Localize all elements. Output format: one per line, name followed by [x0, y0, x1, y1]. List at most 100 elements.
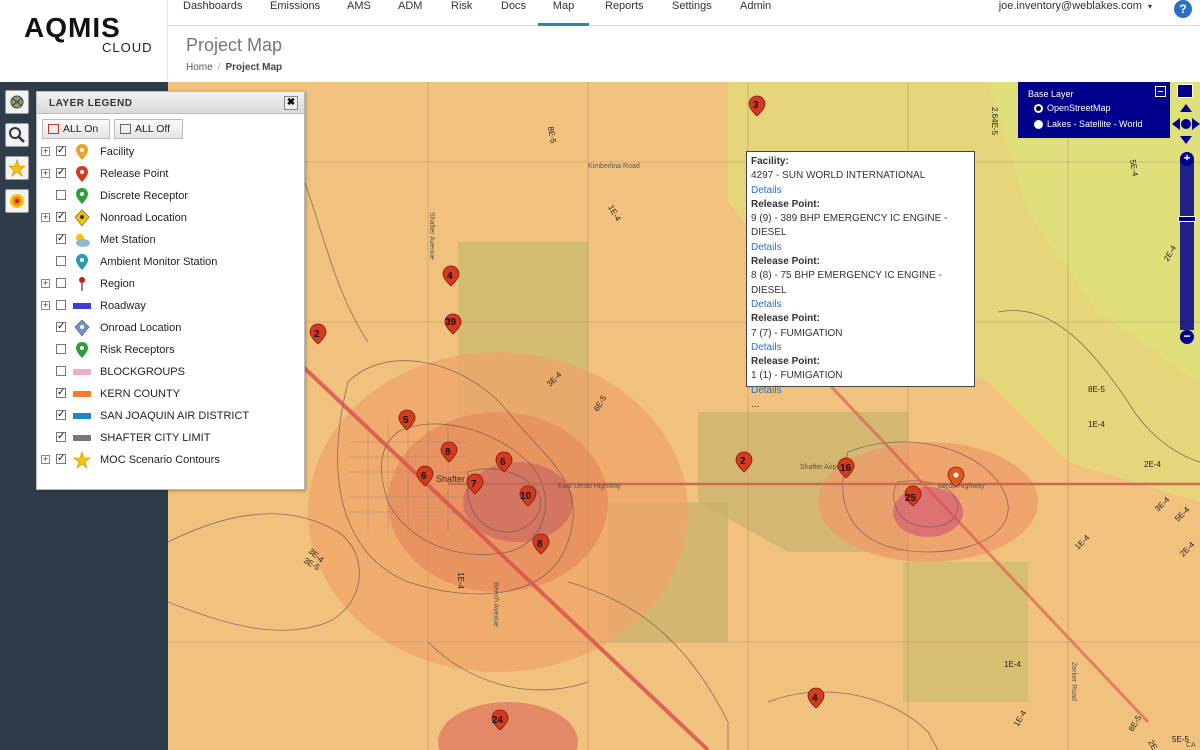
legend-checkbox[interactable] [56, 344, 66, 354]
nav-adm[interactable]: ADM [398, 0, 422, 26]
details-link[interactable]: Details [751, 184, 970, 198]
legend-item-label: Met Station [100, 234, 156, 246]
legend-item-label: Region [100, 278, 135, 290]
nav-map[interactable]: Map [538, 0, 589, 26]
legend-item-label: KERN COUNTY [100, 388, 181, 400]
popup-release-value: 1 (1) - FUMIGATION [751, 370, 843, 382]
nonroad-diamond-icon [73, 209, 91, 227]
page-title: Project Map [186, 35, 283, 55]
legend-checkbox[interactable] [56, 300, 66, 310]
nav-admin[interactable]: Admin [740, 0, 771, 26]
expand-icon[interactable]: + [41, 147, 50, 156]
all-on-button[interactable]: ALL On [42, 119, 110, 139]
legend-checkbox[interactable]: ✓ [56, 432, 66, 442]
legend-checkbox[interactable] [56, 278, 66, 288]
legend-item-label: Roadway [100, 300, 146, 312]
close-icon[interactable]: ✖ [284, 96, 298, 110]
svg-text:8E-5: 8E-5 [1088, 385, 1105, 394]
layers-icon[interactable] [5, 90, 29, 114]
layer-switcher-icon[interactable] [1177, 84, 1193, 98]
road-label: Shafter Avenue [428, 212, 435, 260]
expand-icon[interactable]: + [41, 169, 50, 178]
legend-item[interactable]: ✓ Met Station [37, 229, 306, 251]
help-icon[interactable]: ? [1174, 0, 1192, 18]
concentration-peak [893, 487, 963, 537]
details-link[interactable]: Details [751, 298, 970, 312]
svg-text:25: 25 [905, 493, 917, 504]
breadcrumb-separator: / [217, 62, 221, 73]
expand-icon[interactable]: + [41, 301, 50, 310]
legend-item-label: Facility [100, 146, 135, 158]
legend-checkbox[interactable] [56, 256, 66, 266]
legend-checkbox[interactable]: ✓ [56, 168, 66, 178]
legend-item[interactable]: ✓ KERN COUNTY [37, 383, 306, 405]
base-layer-option-label: Lakes - Satellite - World [1047, 119, 1143, 129]
all-off-button[interactable]: ALL Off [114, 119, 183, 139]
legend-item[interactable]: + Roadway [37, 295, 306, 317]
user-email: joe.inventory@weblakes.com [998, 0, 1142, 12]
legend-item[interactable]: + ✓ Release Point [37, 163, 306, 185]
nav-dashboards[interactable]: Dashboards [183, 0, 242, 26]
legend-checkbox[interactable]: ✓ [56, 212, 66, 222]
svg-text:7: 7 [471, 479, 477, 490]
legend-checkbox[interactable] [56, 190, 66, 200]
nav-emissions[interactable]: Emissions [270, 0, 320, 26]
legend-checkbox[interactable]: ✓ [56, 454, 66, 464]
legend-item[interactable]: Discrete Receptor [37, 185, 306, 207]
nav-ams[interactable]: AMS [347, 0, 371, 26]
radio-selected[interactable] [1034, 104, 1043, 113]
svg-text:2.64E-5: 2.64E-5 [990, 107, 999, 136]
svg-text:10: 10 [520, 491, 532, 502]
legend-item[interactable]: Ambient Monitor Station [37, 251, 306, 273]
details-link[interactable]: Details [751, 341, 970, 355]
svg-text:1E-4: 1E-4 [456, 572, 465, 589]
zoom-slider-track[interactable] [1180, 160, 1194, 330]
legend-checkbox[interactable]: ✓ [56, 146, 66, 156]
logo[interactable]: AQMIS CLOUD [0, 0, 168, 82]
blockgroups-line-icon [73, 363, 91, 381]
nav-risk[interactable]: Risk [451, 0, 472, 26]
region-pushpin-icon [73, 275, 91, 293]
legend-item-label: Discrete Receptor [100, 190, 189, 202]
map-svg: Kimberlina Road East Lerdo Highway Lerdo… [168, 82, 1200, 750]
popup-release-value: 7 (7) - FUMIGATION [751, 327, 843, 339]
minimize-icon[interactable] [1155, 86, 1166, 97]
discrete-receptor-pin-icon [73, 187, 91, 205]
zoom-slider-handle[interactable] [1178, 216, 1196, 222]
user-menu[interactable]: joe.inventory@weblakes.com ▾ [999, 0, 1152, 12]
zoom-out-button[interactable]: − [1180, 330, 1194, 344]
legend-item[interactable]: ✓ SAN JOAQUIN AIR DISTRICT [37, 405, 306, 427]
legend-item[interactable]: + ✓ Facility [37, 141, 306, 163]
contour-star-icon[interactable] [5, 156, 29, 180]
legend-checkbox[interactable]: ✓ [56, 388, 66, 398]
nav-settings[interactable]: Settings [672, 0, 712, 26]
legend-checkbox[interactable]: ✓ [56, 322, 66, 332]
expand-icon[interactable]: + [41, 213, 50, 222]
expand-icon[interactable]: + [41, 279, 50, 288]
legend-item[interactable]: + Region [37, 273, 306, 295]
legend-item[interactable]: Risk Receptors [37, 339, 306, 361]
legend-item[interactable]: + ✓ Nonroad Location [37, 207, 306, 229]
legend-item[interactable]: + ✓ MOC Scenario Contours [37, 449, 306, 471]
map-canvas[interactable]: Kimberlina Road East Lerdo Highway Lerdo… [168, 82, 1200, 750]
legend-checkbox[interactable]: ✓ [56, 234, 66, 244]
page-header: Project Map Home / Project Map [168, 27, 1200, 82]
radio-unselected[interactable] [1034, 120, 1043, 129]
breadcrumb-home[interactable]: Home [186, 62, 213, 73]
popup-more[interactable]: ... [751, 398, 970, 412]
nav-docs[interactable]: Docs [501, 0, 526, 26]
details-link[interactable]: Details [751, 384, 970, 398]
legend-checkbox[interactable]: ✓ [56, 410, 66, 420]
legend-item[interactable]: BLOCKGROUPS [37, 361, 306, 383]
svg-text:1E-4: 1E-4 [1004, 660, 1021, 669]
pan-arrows-icon[interactable] [1172, 104, 1200, 144]
nav-reports[interactable]: Reports [605, 0, 644, 26]
plume-icon[interactable] [5, 189, 29, 213]
expand-icon[interactable]: + [41, 455, 50, 464]
legend-item[interactable]: ✓ Onroad Location [37, 317, 306, 339]
popup-release-label: Release Point: [751, 198, 820, 210]
search-icon[interactable] [5, 123, 29, 147]
legend-checkbox[interactable] [56, 366, 66, 376]
details-link[interactable]: Details [751, 241, 970, 255]
legend-item[interactable]: ✓ SHAFTER CITY LIMIT [37, 427, 306, 449]
